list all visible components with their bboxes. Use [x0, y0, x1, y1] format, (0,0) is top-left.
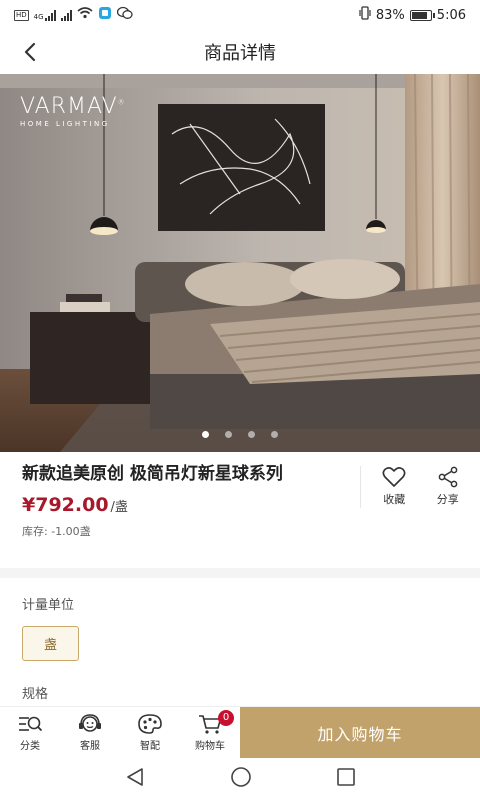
bottom-action-bar: 分类 客服 智配 购物车 0 加入购物车 — [0, 706, 480, 758]
cart-button[interactable]: 购物车 0 — [180, 707, 240, 758]
carousel-dot[interactable] — [202, 431, 209, 438]
app-notification-icon — [98, 6, 112, 24]
brand-logo: VARMAV® HOME LIGHTING — [20, 94, 126, 128]
favorite-button[interactable]: 收藏 — [382, 466, 406, 508]
price-row: ¥792.00 /盏 — [22, 494, 348, 516]
category-button[interactable]: 分类 — [0, 707, 60, 758]
spec-label: 规格 — [22, 687, 49, 702]
share-label: 分享 — [436, 493, 459, 506]
add-to-cart-button[interactable]: 加入购物车 — [240, 707, 480, 758]
vibrate-icon — [359, 6, 371, 24]
section-divider — [0, 568, 480, 578]
back-button[interactable] — [16, 38, 44, 66]
heart-icon — [382, 467, 406, 487]
signal-icon-2 — [60, 9, 72, 21]
customer-service-button[interactable]: 客服 — [60, 707, 120, 758]
back-triangle-icon[interactable] — [124, 767, 146, 791]
hd-badge: HD — [14, 9, 29, 21]
price-unit: /盏 — [110, 500, 128, 515]
status-left: HD 4G — [14, 6, 133, 24]
product-photo — [0, 74, 480, 452]
page-title: 商品详情 — [204, 43, 276, 64]
status-bar: HD 4G 83% 5:06 — [0, 0, 480, 30]
carousel-dot[interactable] — [248, 431, 255, 438]
network-type-label: 4G — [33, 13, 44, 21]
registered-mark: ® — [117, 98, 126, 107]
product-price: ¥792.00 — [22, 494, 109, 516]
cart-label: 购物车 — [195, 741, 225, 752]
share-button[interactable]: 分享 — [437, 466, 459, 508]
favorite-label: 收藏 — [383, 493, 406, 506]
measure-unit-label: 计量单位 — [22, 598, 75, 613]
match-label: 智配 — [140, 741, 160, 752]
product-actions: 收藏 分享 — [360, 466, 480, 508]
clock: 5:06 — [436, 7, 466, 23]
stock-info: 库存: -1.00盏 — [22, 525, 91, 538]
share-icon — [438, 466, 458, 488]
headset-icon — [79, 714, 101, 732]
product-name: 新款追美原创 极简吊灯新星球系列 — [22, 464, 283, 484]
spec-section: 规格 — [0, 661, 480, 702]
category-search-icon — [19, 716, 43, 732]
carousel-dot[interactable] — [225, 431, 232, 438]
service-label: 客服 — [80, 741, 100, 752]
smart-match-button[interactable]: 智配 — [120, 707, 180, 758]
brand-name: VARMAV — [20, 94, 118, 119]
system-navigation-bar — [0, 758, 480, 800]
signal-icon: 4G — [34, 9, 56, 21]
cart-count-badge: 0 — [218, 710, 234, 726]
measure-unit-section: 计量单位 盏 — [0, 578, 480, 661]
page-header: 商品详情 — [0, 30, 480, 74]
product-image-carousel[interactable]: VARMAV® HOME LIGHTING — [0, 74, 480, 452]
recents-square-icon[interactable] — [336, 767, 356, 791]
home-circle-icon[interactable] — [230, 766, 252, 792]
wechat-icon — [116, 6, 133, 24]
status-right: 83% 5:06 — [359, 6, 466, 24]
category-label: 分类 — [20, 741, 40, 752]
battery-icon — [409, 9, 435, 21]
product-info-card: 新款追美原创 极简吊灯新星球系列 ¥792.00 /盏 库存: -1.00盏 收… — [0, 452, 480, 568]
carousel-dots — [0, 431, 480, 438]
palette-icon — [138, 714, 162, 734]
carousel-dot[interactable] — [271, 431, 278, 438]
measure-unit-option[interactable]: 盏 — [22, 626, 80, 661]
chevron-left-icon — [24, 42, 36, 62]
product-info: 新款追美原创 极简吊灯新星球系列 ¥792.00 /盏 库存: -1.00盏 — [22, 462, 360, 568]
brand-subtitle: HOME LIGHTING — [20, 120, 110, 128]
battery-percent: 83% — [375, 7, 405, 23]
wifi-icon — [77, 7, 93, 23]
